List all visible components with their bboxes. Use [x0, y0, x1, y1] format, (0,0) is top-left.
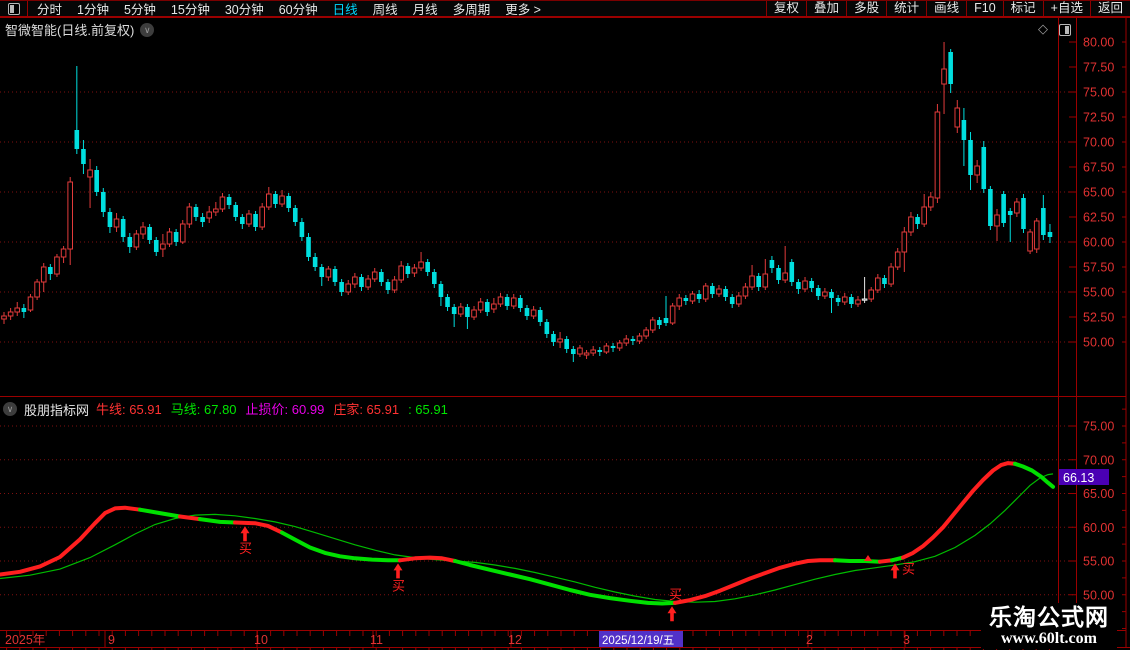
svg-text:50.00: 50.00 — [1083, 336, 1114, 350]
svg-text:52.50: 52.50 — [1083, 311, 1114, 325]
main-chart-plot[interactable] — [0, 18, 1058, 396]
action-item-3[interactable]: 统计 — [886, 1, 926, 16]
indicator-field-2: 止损价: 60.99 — [245, 402, 325, 417]
action-menu: 复权 叠加 多股 统计 画线 F10 标记 +自选 返回 — [766, 1, 1130, 16]
indicator-field-1: 马线: 67.80 — [170, 402, 237, 417]
action-item-5[interactable]: F10 — [966, 1, 1003, 16]
period-item-10[interactable]: 更多 > — [505, 0, 541, 18]
svg-text:57.50: 57.50 — [1083, 261, 1114, 275]
action-item-8[interactable]: 返回 — [1089, 1, 1130, 16]
indicator-field-4: : 65.91 — [408, 402, 448, 417]
svg-text:11: 11 — [370, 633, 383, 647]
period-item-7[interactable]: 周线 — [373, 0, 398, 18]
svg-text:12: 12 — [508, 633, 522, 647]
svg-text:75.00: 75.00 — [1083, 86, 1114, 100]
period-item-9[interactable]: 多周期 — [453, 0, 491, 18]
svg-text:55.00: 55.00 — [1083, 286, 1114, 300]
svg-text:65.00: 65.00 — [1083, 487, 1114, 501]
period-item-6[interactable]: 日线 — [333, 0, 358, 18]
diamond-icon[interactable]: ◇ — [1038, 21, 1048, 37]
indicator-dropdown-icon[interactable]: ∨ — [3, 402, 17, 416]
svg-text:70.00: 70.00 — [1083, 453, 1114, 467]
period-item-4[interactable]: 30分钟 — [225, 0, 264, 18]
action-item-7[interactable]: +自选 — [1042, 1, 1090, 16]
action-item-0[interactable]: 复权 — [766, 1, 806, 16]
panel-toggle-icon — [7, 2, 20, 15]
indicator-plot[interactable] — [0, 415, 1058, 630]
svg-text:60.00: 60.00 — [1083, 521, 1114, 535]
title-dropdown-icon[interactable]: ∨ — [140, 22, 155, 37]
svg-text:2: 2 — [806, 633, 813, 647]
svg-text:65.00: 65.00 — [1083, 186, 1114, 200]
indicator-values: 牛线: 65.91 马线: 67.80 止损价: 60.99 庄家: 65.91 : 6… — [96, 399, 457, 419]
svg-text:77.50: 77.50 — [1083, 61, 1114, 75]
action-item-2[interactable]: 多股 — [846, 1, 886, 16]
svg-text:买: 买 — [669, 587, 682, 602]
svg-text:67.50: 67.50 — [1083, 161, 1114, 175]
svg-text:66.13: 66.13 — [1063, 471, 1094, 485]
svg-text:72.50: 72.50 — [1083, 111, 1114, 125]
indicator-field-0: 牛线: 65.91 — [96, 402, 162, 417]
period-item-2[interactable]: 5分钟 — [124, 0, 156, 18]
svg-text:70.00: 70.00 — [1083, 136, 1114, 150]
svg-text:2025/12/19/五: 2025/12/19/五 — [602, 635, 674, 647]
price-axis: 80.00 77.50 75.00 72.50 70.00 67.50 65.00 62.50… — [1069, 36, 1126, 629]
action-item-1[interactable]: 叠加 — [806, 1, 846, 16]
chart-canvas: 买买买买80.0077.5075.0072.5070.0067.5065.006… — [0, 17, 1130, 650]
svg-text:9: 9 — [108, 633, 115, 647]
svg-text:80.00: 80.00 — [1083, 36, 1114, 50]
period-item-3[interactable]: 15分钟 — [171, 0, 210, 18]
svg-text:3: 3 — [903, 633, 910, 647]
top-toolbar: 分时 1分钟 5分钟 15分钟 30分钟 60分钟 日线 周线 月线 多周期 更多 > 复权 叠加 多股… — [0, 0, 1130, 17]
action-item-6[interactable]: 标记 — [1002, 1, 1043, 16]
period-item-0[interactable]: 分时 — [37, 0, 62, 18]
chart-title: 智微智能(日线.前复权) — [5, 23, 135, 38]
period-menu: 分时 1分钟 5分钟 15分钟 30分钟 60分钟 日线 周线 月线 多周期 更多 > — [37, 0, 541, 18]
watermark-site-name: 乐淘公式网 — [989, 604, 1109, 630]
value-badge: 66.13 — [1059, 469, 1109, 485]
period-item-1[interactable]: 1分钟 — [77, 0, 109, 18]
title-row: 智微智能(日线.前复权) ∨ — [5, 20, 155, 39]
period-item-5[interactable]: 60分钟 — [279, 0, 318, 18]
svg-text:买: 买 — [392, 578, 405, 593]
watermark-url: www.60lt.com — [1001, 630, 1097, 647]
app-window: 分时 1分钟 5分钟 15分钟 30分钟 60分钟 日线 周线 月线 多周期 更多 > 复权 叠加 多股… — [0, 0, 1130, 650]
svg-text:62.50: 62.50 — [1083, 211, 1114, 225]
svg-text:2025年: 2025年 — [5, 633, 45, 647]
svg-text:10: 10 — [254, 633, 268, 647]
indicator-name: 股朋指标网 — [24, 402, 90, 418]
panel-toggle-button[interactable] — [0, 1, 28, 16]
layout-split-icon[interactable] — [1059, 24, 1071, 36]
indicator-field-3: 庄家: 65.91 — [333, 402, 400, 417]
indicator-header: ∨ 股朋指标网 牛线: 65.91 马线: 67.80 止损价: 60.99 庄家: … — [3, 399, 457, 419]
svg-text:50.00: 50.00 — [1083, 588, 1114, 602]
svg-text:买: 买 — [239, 541, 252, 556]
svg-text:75.00: 75.00 — [1083, 420, 1114, 434]
action-item-4[interactable]: 画线 — [926, 1, 966, 16]
period-item-8[interactable]: 月线 — [413, 0, 438, 18]
watermark: 乐淘公式网 www.60lt.com — [981, 603, 1117, 649]
svg-text:55.00: 55.00 — [1083, 555, 1114, 569]
svg-text:买: 买 — [902, 561, 915, 576]
svg-text:60.00: 60.00 — [1083, 236, 1114, 250]
